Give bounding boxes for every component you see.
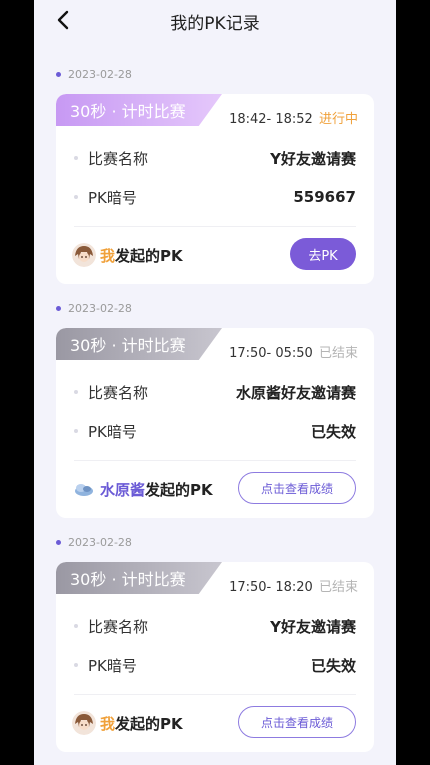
- status-badge: 已结束: [318, 346, 358, 361]
- initiator-name: 我: [100, 714, 116, 733]
- screen: 我的PK记录 2023-02-28 30秒 · 计时比赛 18:42- 18:5…: [34, 0, 396, 765]
- initiator: 我发起的PK: [72, 241, 183, 269]
- pk-code-value: 已失效: [310, 422, 356, 441]
- match-type-tag: 30秒 · 计时比赛: [56, 562, 222, 594]
- date-dot: [56, 72, 61, 77]
- avatar-cloud-icon: [72, 477, 96, 501]
- match-type-tag: 30秒 · 计时比赛: [56, 94, 222, 126]
- date-text: 2023-02-28: [68, 68, 132, 81]
- time-range: 17:50- 18:20: [229, 580, 313, 595]
- divider: [74, 460, 356, 461]
- initiator-name: 水原酱: [100, 480, 146, 499]
- pk-code-row: PK暗号 559667: [74, 186, 356, 208]
- match-name-label: 比赛名称: [88, 617, 149, 636]
- pk-code-value: 已失效: [310, 656, 356, 675]
- view-results-button[interactable]: 点击查看成绩: [238, 472, 356, 504]
- nav-bar: 我的PK记录: [34, 0, 396, 40]
- match-name-label: 比赛名称: [88, 383, 149, 402]
- match-time: 18:42- 18:52 进行中: [229, 108, 358, 127]
- initiator-name: 我: [100, 246, 116, 265]
- match-name-value: 水原酱好友邀请赛: [235, 383, 356, 402]
- pk-code-label: PK暗号: [88, 188, 137, 207]
- match-type-tag: 30秒 · 计时比赛: [56, 328, 222, 360]
- pk-code-label: PK暗号: [88, 656, 137, 675]
- date-text: 2023-02-28: [68, 302, 132, 315]
- view-results-button[interactable]: 点击查看成绩: [238, 706, 356, 738]
- status-badge: 已结束: [318, 580, 358, 595]
- time-range: 17:50- 05:50: [229, 346, 313, 361]
- pk-code-label: PK暗号: [88, 422, 137, 441]
- divider: [74, 226, 356, 227]
- initiator-suffix: 发起的PK: [145, 480, 213, 499]
- match-time: 17:50- 05:50 已结束: [229, 342, 358, 361]
- match-time: 17:50- 18:20 已结束: [229, 576, 358, 595]
- record-date: 2023-02-28: [56, 68, 132, 81]
- record-date: 2023-02-28: [56, 536, 132, 549]
- status-badge: 进行中: [318, 112, 358, 127]
- pk-code-value: 559667: [293, 188, 356, 206]
- date-text: 2023-02-28: [68, 536, 132, 549]
- initiator: 水原酱 发起的PK: [72, 475, 213, 503]
- match-name-row: 比赛名称 Y好友邀请赛: [74, 615, 356, 637]
- divider: [74, 694, 356, 695]
- page-title: 我的PK记录: [170, 14, 260, 34]
- pk-record-card: 30秒 · 计时比赛 17:50- 05:50 已结束 比赛名称 水原酱好友邀请…: [56, 328, 374, 518]
- avatar-girl-icon: [72, 711, 96, 735]
- initiator-suffix: 发起的PK: [115, 246, 183, 265]
- initiator-suffix: 发起的PK: [115, 714, 183, 733]
- pk-code-row: PK暗号 已失效: [74, 654, 356, 676]
- initiator: 我发起的PK: [72, 709, 183, 737]
- avatar-girl-icon: [72, 243, 96, 267]
- pk-record-card: 30秒 · 计时比赛 18:42- 18:52 进行中 比赛名称 Y好友邀请赛 …: [56, 94, 374, 284]
- go-pk-button[interactable]: 去PK: [290, 238, 356, 270]
- record-date: 2023-02-28: [56, 302, 132, 315]
- match-name-row: 比赛名称 Y好友邀请赛: [74, 147, 356, 169]
- pk-code-row: PK暗号 已失效: [74, 420, 356, 442]
- match-name-label: 比赛名称: [88, 149, 149, 168]
- time-range: 18:42- 18:52: [229, 112, 313, 127]
- date-dot: [56, 540, 61, 545]
- pk-record-card: 30秒 · 计时比赛 17:50- 18:20 已结束 比赛名称 Y好友邀请赛 …: [56, 562, 374, 752]
- match-name-row: 比赛名称 水原酱好友邀请赛: [74, 381, 356, 403]
- match-name-value: Y好友邀请赛: [270, 149, 356, 168]
- date-dot: [56, 306, 61, 311]
- match-name-value: Y好友邀请赛: [270, 617, 356, 636]
